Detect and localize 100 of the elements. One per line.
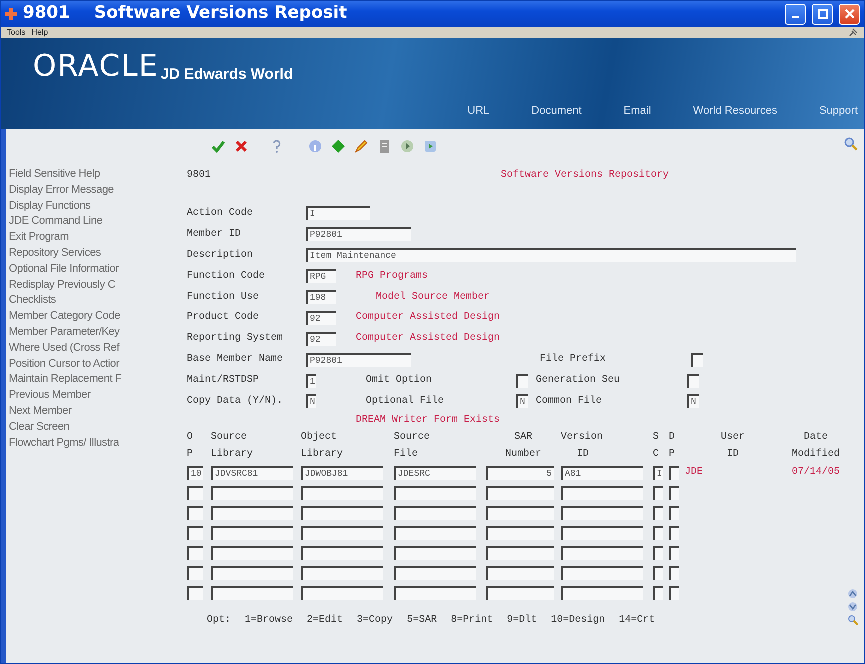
table-input[interactable] [301, 546, 383, 560]
table-input[interactable] [187, 586, 203, 600]
table-input[interactable] [669, 466, 679, 480]
option-field[interactable]: N [687, 394, 699, 408]
search-icon[interactable] [848, 615, 858, 625]
sidebar-item[interactable]: Repository Services [9, 246, 171, 262]
scroll-down-icon[interactable] [848, 602, 858, 612]
nav-link[interactable]: Email [624, 102, 652, 119]
table-input[interactable] [561, 526, 643, 540]
table-input[interactable] [486, 526, 554, 540]
table-input[interactable]: JDESRC [394, 466, 476, 480]
sidebar-item[interactable]: Where Used (Cross Ref [9, 340, 171, 357]
scroll-up-icon[interactable] [848, 589, 858, 599]
table-input[interactable] [669, 566, 679, 580]
input-field[interactable]: RPG [306, 269, 336, 284]
table-input[interactable] [669, 546, 679, 560]
table-input[interactable] [211, 586, 293, 600]
sidebar-item[interactable]: Checklists [9, 293, 171, 310]
sidebar-item[interactable]: Maintain Replacement F [9, 372, 171, 388]
sidebar-item[interactable]: Flowchart Pgms/ Illustra [9, 436, 171, 452]
table-input[interactable] [394, 586, 476, 600]
input-field[interactable]: 92 [306, 332, 336, 346]
table-input[interactable] [301, 526, 383, 540]
sidebar-item[interactable]: Display Error Message [9, 182, 171, 199]
table-input[interactable] [653, 566, 663, 580]
table-input[interactable] [301, 566, 383, 580]
nav-link[interactable]: Document [532, 102, 582, 119]
table-input[interactable] [561, 566, 643, 580]
input-field[interactable]: P92801 [306, 227, 411, 242]
add-icon[interactable] [331, 138, 346, 154]
option-field[interactable] [516, 374, 528, 388]
forward-icon[interactable] [423, 138, 438, 154]
sidebar-item[interactable]: Field Sensitive Help [9, 167, 171, 183]
cancel-icon[interactable] [234, 138, 249, 154]
sidebar-item[interactable]: Next Member [9, 404, 171, 420]
nav-link[interactable]: URL [468, 102, 490, 119]
sidebar-item[interactable]: Optional File Informatior [9, 262, 171, 278]
ok-icon[interactable] [211, 138, 226, 154]
input-field[interactable]: I [306, 206, 370, 220]
table-input[interactable] [486, 586, 554, 600]
table-input[interactable]: I [653, 466, 663, 480]
input-field[interactable]: Item Maintenance [306, 248, 796, 262]
table-input[interactable] [653, 546, 663, 560]
option-field[interactable]: N [516, 394, 528, 408]
table-input[interactable] [653, 506, 663, 520]
table-input[interactable] [561, 546, 643, 560]
pencil-icon[interactable] [354, 138, 369, 154]
option-field[interactable] [691, 352, 703, 367]
table-input[interactable] [669, 586, 679, 600]
table-input[interactable]: JDWOBJ81 [301, 466, 383, 480]
nav-link[interactable]: Support [819, 102, 858, 119]
table-input[interactable] [394, 546, 476, 560]
table-input[interactable] [486, 566, 554, 580]
table-input[interactable] [211, 546, 293, 560]
table-input[interactable] [561, 586, 643, 600]
table-input[interactable] [187, 526, 203, 540]
menu-item[interactable]: Help [32, 28, 48, 36]
table-input[interactable] [669, 506, 679, 520]
table-input[interactable] [653, 586, 663, 600]
sidebar-item[interactable]: JDE Command Line [9, 214, 171, 230]
table-input[interactable] [211, 486, 293, 500]
sidebar-item[interactable]: Display Functions [9, 198, 171, 214]
table-input[interactable]: JDVSRC81 [211, 466, 293, 480]
table-input[interactable] [653, 526, 663, 540]
table-input[interactable] [394, 486, 476, 500]
table-input[interactable] [187, 546, 203, 560]
table-input[interactable] [211, 526, 293, 540]
table-input[interactable] [301, 506, 383, 520]
table-input[interactable] [561, 506, 643, 520]
table-input[interactable] [211, 566, 293, 580]
table-input[interactable] [669, 486, 679, 500]
sidebar-item[interactable]: Clear Screen [9, 420, 171, 436]
table-input[interactable] [394, 566, 476, 580]
table-input[interactable] [561, 486, 643, 500]
sidebar-item[interactable]: Redisplay Previously C [9, 278, 171, 294]
input-field[interactable]: 1 [306, 374, 316, 388]
table-input[interactable] [669, 526, 679, 540]
search-icon[interactable] [844, 137, 858, 151]
table-input[interactable] [187, 486, 203, 500]
table-input[interactable] [394, 526, 476, 540]
minimize-button[interactable] [785, 4, 806, 24]
input-field[interactable]: P92801 [306, 352, 411, 367]
sidebar-item[interactable]: Position Cursor to Actior [9, 356, 171, 372]
nav-link[interactable]: World Resources [693, 102, 778, 119]
play-icon[interactable] [400, 138, 415, 154]
close-button[interactable] [839, 4, 860, 24]
sidebar-item[interactable]: Exit Program [9, 230, 171, 246]
table-input[interactable] [486, 486, 554, 500]
sidebar-item[interactable]: Member Category Code [9, 309, 171, 325]
pin-icon[interactable] [849, 28, 858, 37]
table-input[interactable] [211, 506, 293, 520]
table-input[interactable] [653, 486, 663, 500]
sidebar-item[interactable]: Member Parameter/Key [9, 324, 171, 341]
table-input[interactable] [187, 506, 203, 520]
maximize-button[interactable] [812, 4, 833, 24]
input-field[interactable]: 92 [306, 310, 336, 325]
table-input[interactable] [486, 506, 554, 520]
table-input[interactable] [486, 546, 554, 560]
table-input[interactable] [187, 566, 203, 580]
input-field[interactable]: 198 [306, 290, 336, 304]
